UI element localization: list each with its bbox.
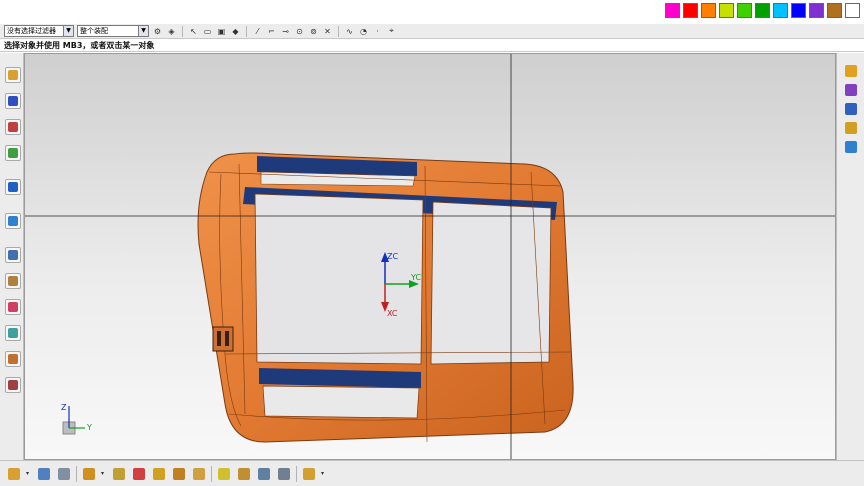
color-palette <box>665 3 860 21</box>
assembly-navigator-icon[interactable] <box>5 67 21 83</box>
control-point-icon[interactable]: ⊙ <box>294 26 305 37</box>
system-scenes-icon[interactable] <box>5 377 21 393</box>
top-strip <box>0 0 864 24</box>
chevron-down-icon[interactable]: ▼ <box>63 26 73 36</box>
nearest-icon[interactable]: ⌖ <box>386 26 397 37</box>
new-component-icon[interactable] <box>56 466 72 482</box>
component-icon[interactable] <box>36 466 52 482</box>
assembly-constraint-icon[interactable] <box>6 466 22 482</box>
color-swatch[interactable] <box>827 3 842 18</box>
part-navigator-icon[interactable] <box>5 119 21 135</box>
snap-point-icon[interactable]: ◈ <box>166 26 177 37</box>
chevron-down-icon[interactable]: ▼ <box>138 26 148 36</box>
wcs-z-label: ZC <box>387 252 398 261</box>
roles-icon[interactable] <box>5 351 21 367</box>
color-swatch[interactable] <box>791 3 806 18</box>
color-swatch[interactable] <box>665 3 680 18</box>
orient-view-icon[interactable] <box>843 82 859 98</box>
wcs-x-label: XC <box>387 309 398 318</box>
view-cube-icon[interactable] <box>843 63 859 79</box>
move-component-icon[interactable] <box>111 466 127 482</box>
mate-component-icon[interactable] <box>131 466 147 482</box>
mid-point-icon[interactable]: ⊸ <box>280 26 291 37</box>
solid-body-icon[interactable]: ◆ <box>230 26 241 37</box>
right-opening <box>430 201 552 365</box>
rectangle-select-icon[interactable]: ▭ <box>202 26 213 37</box>
boss-slot <box>217 331 221 346</box>
assembly-toolbar: ▾ ▾ ▾ <box>0 460 864 486</box>
graphics-window[interactable]: ZC YC XC Z Y <box>24 53 836 460</box>
replace-component-icon[interactable] <box>191 466 207 482</box>
color-swatch[interactable] <box>737 3 752 18</box>
arc-center-icon[interactable]: ⊚ <box>308 26 319 37</box>
array-component-icon[interactable] <box>171 466 187 482</box>
left-opening <box>254 193 424 365</box>
part-boss <box>212 326 234 352</box>
bottom-window <box>262 385 420 419</box>
web-browser-icon[interactable] <box>5 179 21 195</box>
chevron-down-icon[interactable]: ▾ <box>321 470 327 477</box>
type-filter-combo[interactable]: 没有选择过滤器 ▼ <box>4 25 74 37</box>
toolbar-separator <box>296 465 297 482</box>
quadrant-icon[interactable]: ◔ <box>358 26 369 37</box>
cue-line: 选择对象并使用 MB3，或者双击某一对象 <box>0 39 864 52</box>
wcs-y-label: YC <box>410 273 421 282</box>
toolbar-separator <box>182 25 183 37</box>
sequence-icon[interactable] <box>276 466 292 482</box>
end-point-icon[interactable]: ⌐ <box>266 26 277 37</box>
reuse-library-icon[interactable] <box>5 145 21 161</box>
boss-slot <box>225 331 229 346</box>
resource-bar <box>0 53 24 460</box>
line-icon[interactable]: ⁄ <box>252 26 263 37</box>
toolbar-separator <box>338 25 339 37</box>
existing-point-icon[interactable]: · <box>372 26 383 37</box>
manufacturing-wizards-icon[interactable] <box>5 325 21 341</box>
chevron-down-icon[interactable]: ▾ <box>101 470 107 477</box>
absolute-triad: Z Y <box>61 403 92 435</box>
color-swatch[interactable] <box>719 3 734 18</box>
color-swatch[interactable] <box>809 3 824 18</box>
triad-y-label: Y <box>86 423 92 432</box>
history-icon[interactable] <box>5 213 21 229</box>
scope-value: 整个装配 <box>80 27 108 35</box>
layer-icon[interactable] <box>843 101 859 117</box>
clock-icon[interactable] <box>5 247 21 263</box>
toolbar-separator <box>211 465 212 482</box>
selection-bar: 没有选择过滤器 ▼ 整个装配 ▼ ⚙ ◈ ↖ ▭ ▣ ◆ ⁄ ⌐ ⊸ ⊙ ⊚ ✕ ∿ ◔ · ⌖ <box>0 24 864 39</box>
view-toolbar <box>836 53 864 460</box>
color-swatch[interactable] <box>773 3 788 18</box>
triad-z-label: Z <box>61 403 67 412</box>
toolbar-separator <box>76 465 77 482</box>
color-swatch[interactable] <box>683 3 698 18</box>
arrangements-icon[interactable] <box>301 466 317 482</box>
filter-options-icon[interactable]: ⚙ <box>152 26 163 37</box>
toolbar-separator <box>246 25 247 37</box>
color-swatch[interactable] <box>755 3 770 18</box>
model-view[interactable]: ZC YC XC Z Y <box>25 54 836 460</box>
point-on-curve-icon[interactable]: ∿ <box>344 26 355 37</box>
cursor-icon[interactable]: ↖ <box>188 26 199 37</box>
intersection-icon[interactable]: ✕ <box>322 26 333 37</box>
chevron-down-icon[interactable]: ▾ <box>26 470 32 477</box>
system-materials-icon[interactable] <box>5 273 21 289</box>
type-filter-value: 没有选择过滤器 <box>7 27 56 35</box>
section-view-icon[interactable] <box>843 139 859 155</box>
color-swatch[interactable] <box>845 3 860 18</box>
add-component-icon[interactable] <box>81 466 97 482</box>
constraint-navigator-icon[interactable] <box>5 93 21 109</box>
process-studio-icon[interactable] <box>5 299 21 315</box>
selection-icons: ⚙ ◈ ↖ ▭ ▣ ◆ ⁄ ⌐ ⊸ ⊙ ⊚ ✕ ∿ ◔ · ⌖ <box>152 25 397 37</box>
selection-box-icon[interactable]: ▣ <box>216 26 227 37</box>
reposition-icon[interactable] <box>151 466 167 482</box>
scope-combo[interactable]: 整个装配 ▼ <box>77 25 149 37</box>
wave-link-icon[interactable] <box>236 466 252 482</box>
clearance-icon[interactable] <box>256 466 272 482</box>
exploded-view-icon[interactable] <box>216 466 232 482</box>
color-swatch[interactable] <box>701 3 716 18</box>
show-hide-icon[interactable] <box>843 120 859 136</box>
